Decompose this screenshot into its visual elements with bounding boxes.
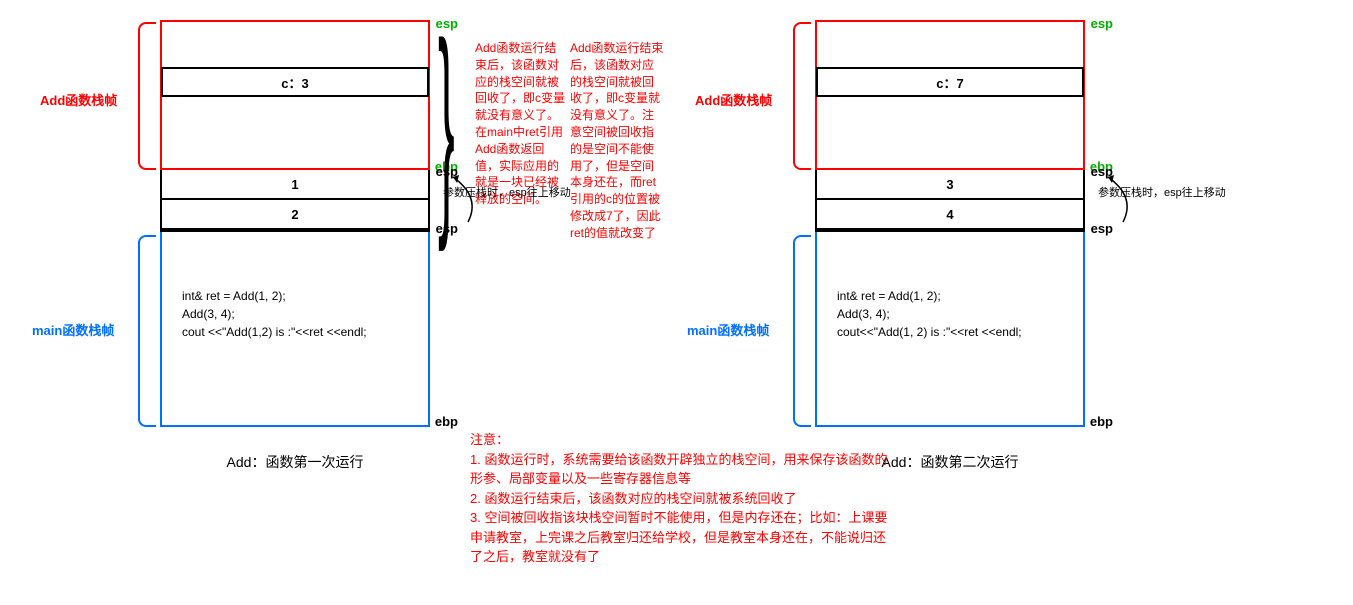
code2-left: Add(3, 4); <box>182 305 408 323</box>
param1-left: 1 <box>162 170 428 200</box>
add-frame-text-r: Add函数栈帧 <box>695 90 772 109</box>
note1: 1. 函数运行时，系统需要给该函数开辟独立的栈空间，用来保存该函数的形参、局部变… <box>470 450 890 489</box>
code1-left: int& ret = Add(1, 2); <box>182 287 408 305</box>
right-diagram: Add函数栈帧 main函数栈帧 c：7 esp ebp 3 4 esp esp… <box>675 20 1265 472</box>
notes-title: 注意： <box>470 430 890 450</box>
left-diagram: Add函数栈帧 main函数栈帧 c：3 esp ebp 1 2 esp esp… <box>20 20 610 472</box>
main-frame-text-r: main函数栈帧 <box>687 320 769 339</box>
ebp-bot-right: ebp <box>1090 412 1113 432</box>
param-box-right: 3 4 esp esp 参数压栈时，esp往上移动 <box>815 170 1085 232</box>
caption-left: Add：函数第一次运行 <box>160 452 430 472</box>
param2-left: 2 <box>162 200 428 230</box>
brace-add-left <box>138 22 156 170</box>
add-frame-text: Add函数栈帧 <box>40 90 117 109</box>
main-frame-label-left: main函数栈帧 <box>32 320 114 339</box>
code1-right: int& ret = Add(1, 2); <box>837 287 1063 305</box>
main-box-right: int& ret = Add(1, 2); Add(3, 4); cout<<"… <box>815 232 1085 427</box>
param-box-left: 1 2 esp esp 参数压栈时，esp往上移动 <box>160 170 430 232</box>
brace-right-left: } <box>438 0 455 257</box>
brace-main-left <box>138 235 156 427</box>
esp-top-right: esp <box>1091 16 1113 31</box>
add-frame-box-right: c：7 esp ebp <box>815 20 1085 170</box>
code3-right: cout<<"Add(1, 2) is :"<<ret <<endl; <box>837 323 1063 341</box>
note2: 2. 函数运行结束后，该函数对应的栈空间就被系统回收了 <box>470 489 890 509</box>
ebp-bot-left: ebp <box>435 412 458 432</box>
add-frame-box-left: c：3 esp ebp <box>160 20 430 170</box>
param2-right: 4 <box>817 200 1083 230</box>
main-box-left: int& ret = Add(1, 2); Add(3, 4); cout <<… <box>160 232 430 427</box>
add-frame-label-left: Add函数栈帧 <box>40 90 117 109</box>
arc-arrow-right <box>1088 172 1138 232</box>
code3-left: cout <<"Add(1,2) is :"<<ret <<endl; <box>182 323 408 341</box>
brace-main-right <box>793 235 811 427</box>
param1-right: 3 <box>817 170 1083 200</box>
note3: 3. 空间被回收指该块栈空间暂时不能使用，但是内存还在；比如：上课要申请教室，上… <box>470 508 890 567</box>
main-frame-text: main函数栈帧 <box>32 320 114 339</box>
stack-left: c：3 esp ebp 1 2 esp esp 参数压栈时，esp往上移动 in… <box>160 20 430 472</box>
c-cell-right: c：7 <box>816 67 1084 97</box>
brace-add-right <box>793 22 811 170</box>
notes-block: 注意： 1. 函数运行时，系统需要给该函数开辟独立的栈空间，用来保存该函数的形参… <box>470 430 890 567</box>
add-frame-label-right: Add函数栈帧 <box>695 90 772 109</box>
code2-right: Add(3, 4); <box>837 305 1063 323</box>
c-cell-left: c：3 <box>161 67 429 97</box>
main-frame-label-right: main函数栈帧 <box>687 320 769 339</box>
stack-right: c：7 esp ebp 3 4 esp esp 参数压栈时，esp往上移动 in… <box>815 20 1085 472</box>
